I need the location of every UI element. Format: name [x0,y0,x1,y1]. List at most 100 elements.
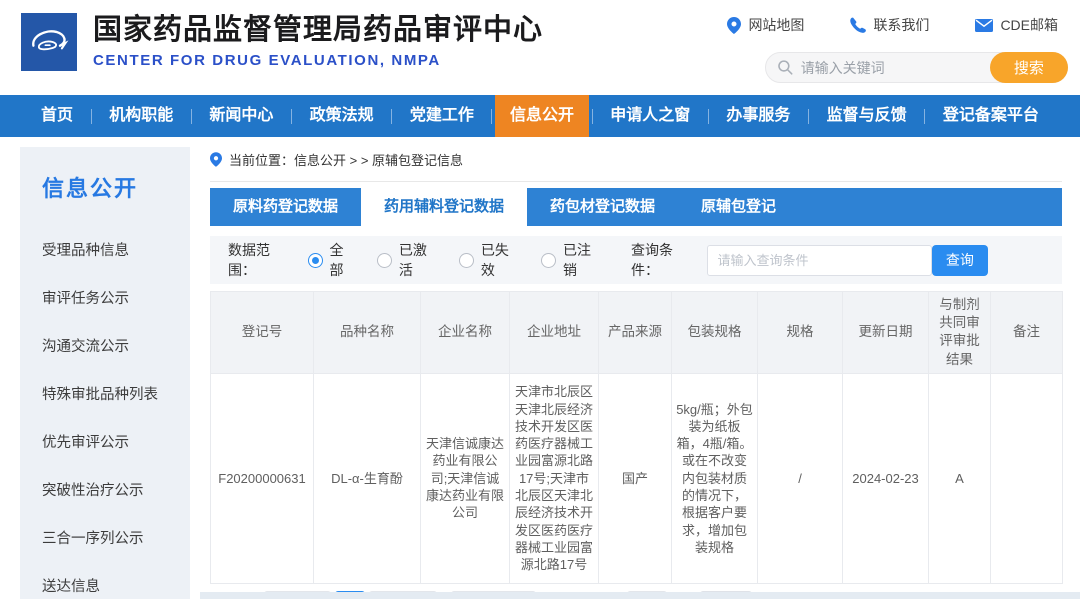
breadcrumb: 当前位置：信息公开 > > 原辅包登记信息 [210,150,1062,182]
tab-packaging-registration[interactable]: 药包材登记数据 [527,188,678,226]
sidebar-item-communication[interactable]: 沟通交流公示 [42,321,190,369]
nav-item-applicant[interactable]: 申请人之窗 [595,95,705,137]
nav-item-policies[interactable]: 政策法规 [295,95,389,137]
cde-logo-icon [27,20,71,64]
location-pin-icon [727,17,741,34]
page: 国家药品监督管理局药品审评中心 CENTER FOR DRUG EVALUATI… [0,0,1080,599]
cell-update-date: 2024-02-23 [843,373,929,583]
tab-api-registration[interactable]: 原料药登记数据 [210,188,361,226]
mail-icon [975,19,993,32]
sidebar-item-accepted-varieties[interactable]: 受理品种信息 [42,225,190,273]
radio-expired[interactable]: 已失效 [459,240,517,280]
nav-item-supervision[interactable]: 监督与反馈 [812,95,922,137]
site-search: 搜索 [765,52,1068,83]
col-spec: 规格 [758,292,843,374]
nav-divider [491,109,492,124]
search-input[interactable] [793,53,990,82]
nav-divider [291,109,292,124]
sitemap-link[interactable]: 网站地图 [727,15,804,35]
cell-remarks [991,373,1063,583]
search-icon [778,60,793,75]
nav-divider [708,109,709,124]
radio-all-label: 全部 [330,240,353,280]
phone-icon [850,17,866,33]
cell-company-address: 天津市北辰区天津北辰经济技术开发区医药医疗器械工业园富源北路17号;天津市北辰区… [510,373,599,583]
nav-divider [391,109,392,124]
sidebar-item-review-tasks[interactable]: 审评任务公示 [42,273,190,321]
radio-unselected-icon [377,253,392,268]
main-nav: 首页 机构职能 新闻中心 政策法规 党建工作 信息公开 申请人之窗 办事服务 监… [0,95,1080,137]
radio-activated[interactable]: 已激活 [377,240,435,280]
col-joint-review-result: 与制剂共同审评审批结果 [929,292,991,374]
col-update-date: 更新日期 [843,292,929,374]
nav-divider [191,109,192,124]
table-row: F20200000631 DL-α-生育酚 天津信诚康达药业有限公司;天津信诚康… [211,373,1063,583]
radio-cancelled[interactable]: 已注销 [541,240,599,280]
brand-block: 国家药品监督管理局药品审评中心 CENTER FOR DRUG EVALUATI… [93,15,543,69]
search-button[interactable]: 搜索 [990,52,1068,83]
nav-divider [91,109,92,124]
col-registration-no: 登记号 [211,292,314,374]
breadcrumb-text: 当前位置：信息公开 > > 原辅包登记信息 [229,150,463,169]
radio-unselected-icon [541,253,556,268]
sidebar-item-delivery-info[interactable]: 送达信息 [42,561,190,599]
data-range-label: 数据范围： [228,240,292,280]
main-content: 当前位置：信息公开 > > 原辅包登记信息 原料药登记数据 药用辅料登记数据 药… [210,150,1062,599]
col-variety-name: 品种名称 [314,292,421,374]
sidebar-item-breakthrough-therapy[interactable]: 突破性治疗公示 [42,465,190,513]
nav-item-home[interactable]: 首页 [26,95,88,137]
site-subtitle: CENTER FOR DRUG EVALUATION, NMPA [93,52,543,69]
table-header-row: 登记号 品种名称 企业名称 企业地址 产品来源 包装规格 规格 更新日期 与制剂… [211,292,1063,374]
radio-unselected-icon [459,253,474,268]
cde-logo [21,13,77,71]
query-button[interactable]: 查询 [932,245,988,276]
query-condition-input[interactable] [707,245,932,276]
nav-item-functions[interactable]: 机构职能 [94,95,188,137]
cell-product-origin: 国产 [599,373,672,583]
radio-activated-label: 已激活 [399,240,435,280]
sidebar-item-special-approval[interactable]: 特殊审批品种列表 [42,369,190,417]
sitemap-label: 网站地图 [748,15,804,35]
sidebar-item-three-in-one[interactable]: 三合一序列公示 [42,513,190,561]
col-packaging-spec: 包装规格 [672,292,758,374]
nav-item-info-disclosure[interactable]: 信息公开 [495,95,589,137]
nav-item-services[interactable]: 办事服务 [711,95,805,137]
nav-item-party[interactable]: 党建工作 [395,95,489,137]
tab-bar: 原料药登记数据 药用辅料登记数据 药包材登记数据 原辅包登记 [210,188,1062,226]
nav-item-news[interactable]: 新闻中心 [194,95,288,137]
cell-joint-review-result: A [929,373,991,583]
nav-divider [592,109,593,124]
cell-variety-name: DL-α-生育酚 [314,373,421,583]
sidebar-item-priority-review[interactable]: 优先审评公示 [42,417,190,465]
sidebar-title: 信息公开 [42,171,190,203]
cell-packaging-spec: 5kg/瓶；外包装为纸板箱，4瓶/箱。或在不改变内包装材质的情况下，根据客户要求… [672,373,758,583]
tab-apief-registration[interactable]: 原辅包登记 [678,188,799,226]
filter-bar: 数据范围： 全部 已激活 已失效 已注销 查询条件： 查询 [210,236,1062,284]
radio-selected-icon [308,253,323,268]
tab-excipient-registration[interactable]: 药用辅料登记数据 [361,188,527,226]
quick-links: 网站地图 联系我们 CDE邮箱 [727,15,1058,35]
cell-registration-no: F20200000631 [211,373,314,583]
mail-link[interactable]: CDE邮箱 [975,15,1058,35]
site-header: 国家药品监督管理局药品审评中心 CENTER FOR DRUG EVALUATI… [0,0,1080,95]
site-title: 国家药品监督管理局药品审评中心 [93,15,543,47]
breadcrumb-pin-icon [210,152,222,167]
contact-label: 联系我们 [873,15,929,35]
radio-expired-label: 已失效 [481,240,517,280]
sidebar: 信息公开 受理品种信息 审评任务公示 沟通交流公示 特殊审批品种列表 优先审评公… [20,147,190,599]
footer-strip [200,592,1080,599]
col-product-origin: 产品来源 [599,292,672,374]
contact-link[interactable]: 联系我们 [850,15,929,35]
registration-table: 登记号 品种名称 企业名称 企业地址 产品来源 包装规格 规格 更新日期 与制剂… [210,291,1063,584]
cell-spec: / [758,373,843,583]
radio-cancelled-label: 已注销 [563,240,599,280]
mail-label: CDE邮箱 [1000,15,1058,35]
col-company-name: 企业名称 [421,292,510,374]
nav-divider [808,109,809,124]
nav-divider [924,109,925,124]
radio-all[interactable]: 全部 [308,240,353,280]
col-company-address: 企业地址 [510,292,599,374]
query-condition-label: 查询条件： [631,240,695,280]
nav-item-registration-platform[interactable]: 登记备案平台 [928,95,1054,137]
col-remarks: 备注 [991,292,1063,374]
